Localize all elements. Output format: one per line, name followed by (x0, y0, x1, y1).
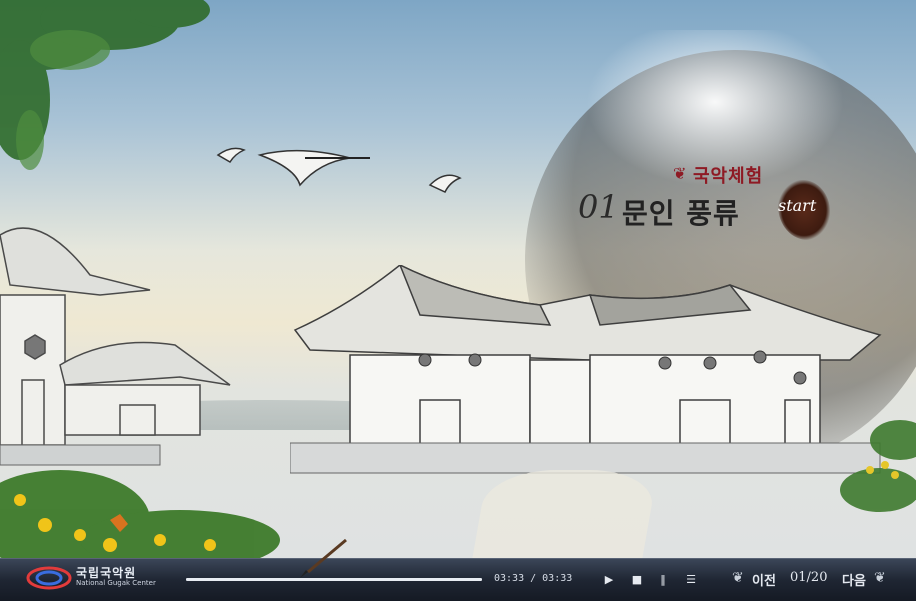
scene-number: 01 (578, 188, 619, 226)
left-swirl-ornament-icon: ❦ (732, 570, 744, 586)
next-button[interactable]: 다음 (842, 570, 866, 589)
prev-button[interactable]: 이전 (752, 570, 776, 589)
brush-scrubber-icon[interactable] (296, 536, 356, 580)
right-shrubs (840, 420, 916, 512)
logo-english-text: National Gugak Center (76, 579, 156, 587)
tree-foliage (0, 0, 210, 170)
start-button[interactable]: start (778, 196, 816, 215)
flying-cranes (216, 147, 462, 193)
foreground-flowers (0, 470, 280, 558)
right-swirl-ornament-icon: ❦ (874, 570, 886, 586)
courtyard-path (472, 470, 658, 558)
scene-subtitle: 국악체험 (693, 166, 764, 187)
page-indicator: 01/20 (790, 570, 828, 585)
scene-stage: ❦ 국악체험 01 문인 풍류 start (0, 0, 916, 558)
time-readout: 03:33 / 03:33 (494, 573, 573, 584)
play-icon[interactable]: ▶ (601, 571, 617, 587)
scene-title: 문인 풍류 (622, 197, 740, 230)
pause-icon[interactable]: ‖ (655, 571, 671, 587)
swirl-ornament-icon: ❦ (673, 164, 687, 183)
stop-icon[interactable]: ■ (629, 571, 645, 587)
gugak-logo-icon (26, 566, 72, 590)
menu-icon[interactable]: ☰ (683, 571, 699, 587)
